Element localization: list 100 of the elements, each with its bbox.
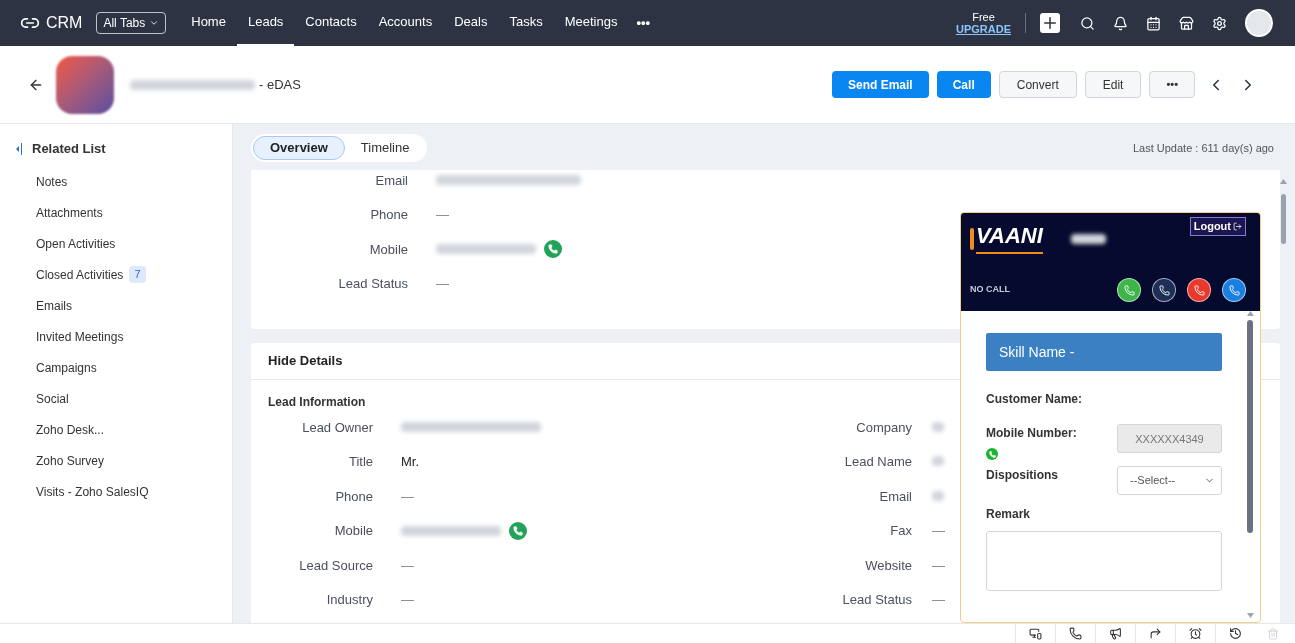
field-label: Fax [889, 522, 912, 540]
redacted-text [1070, 234, 1106, 244]
field-value: — [932, 592, 945, 607]
record-avatar [56, 55, 114, 114]
settings-icon[interactable] [1212, 15, 1227, 31]
nav-tab[interactable]: Contacts [294, 0, 368, 46]
call-control-icon[interactable] [1152, 278, 1176, 302]
sidebar-item[interactable]: Notes [36, 172, 68, 191]
more-button[interactable]: ••• [1149, 71, 1195, 98]
call-control-icon[interactable] [1117, 278, 1141, 302]
field-value: — [932, 523, 945, 538]
redacted-text [932, 421, 944, 432]
sidebar-item[interactable]: Zoho Desk... [36, 420, 105, 439]
action-button[interactable]: Call [936, 71, 991, 98]
sidebar-item[interactable]: Visits - Zoho SalesIQ [36, 482, 149, 501]
search-icon[interactable] [1080, 15, 1095, 31]
field-value: — [436, 207, 449, 222]
phone-icon[interactable] [544, 240, 562, 259]
nav-tab[interactable]: Deals [443, 0, 499, 46]
toolbar-icon[interactable] [1069, 627, 1082, 640]
field-label: Lead Name [843, 453, 912, 471]
field-label: Mobile [333, 522, 373, 540]
section-title: Lead Information [267, 394, 366, 411]
toolbar-icon[interactable] [1229, 627, 1242, 640]
view-tab[interactable]: Timeline [344, 136, 426, 160]
view-tab[interactable]: Overview [253, 136, 345, 160]
field-label: Lead Status [841, 591, 912, 609]
sidebar-title: Related List [32, 140, 106, 159]
caret-icon [149, 18, 160, 28]
field-label: Email [374, 171, 408, 190]
redacted-text [932, 456, 944, 466]
field-value: — [932, 557, 945, 573]
dispositions-label: Dispositions [986, 467, 1058, 484]
toolbar-icon[interactable] [1189, 627, 1202, 640]
upgrade-link[interactable]: UPGRADE [956, 23, 1011, 35]
avatar[interactable] [1245, 9, 1273, 37]
field-label: Phone [369, 206, 408, 224]
record-suffix: - eDAS [259, 75, 301, 94]
all-tabs-button[interactable]: All Tabs [96, 12, 167, 34]
calendar-icon[interactable] [1146, 15, 1161, 31]
call-status: NO CALL [970, 283, 1010, 297]
field-value: — [401, 557, 414, 573]
nav-tab[interactable]: Accounts [367, 0, 444, 46]
field-value: — [401, 592, 414, 607]
toolbar-icon[interactable] [1149, 627, 1162, 640]
nav-tab[interactable]: Home [180, 0, 237, 46]
count-badge: 7 [129, 266, 146, 283]
brand-name: CRM [46, 13, 83, 33]
redacted-text [932, 490, 944, 501]
field-label: Website [864, 556, 912, 575]
sidebar-item[interactable]: Campaigns [36, 358, 97, 377]
field-label: Email [878, 487, 912, 506]
collapse-icon[interactable] [16, 143, 22, 155]
field-value: — [401, 488, 414, 504]
field-label: Industry [325, 591, 373, 609]
field-label: Lead Status [337, 275, 408, 293]
logout-button[interactable]: Logout [1189, 217, 1246, 236]
plan-label: Free [972, 11, 995, 23]
vaani-logo: VAANI [976, 219, 1043, 254]
sidebar-item[interactable]: Closed Activities [36, 265, 124, 284]
hide-details-link[interactable]: Hide Details [268, 351, 343, 371]
call-control-icon[interactable] [1187, 278, 1211, 302]
field-label: Lead Owner [301, 418, 373, 437]
sidebar-item[interactable]: Open Activities [36, 234, 116, 253]
action-button[interactable]: Send Email [832, 71, 929, 98]
sidebar-item[interactable]: Emails [36, 296, 72, 315]
logout-icon [1233, 221, 1242, 231]
more-button[interactable]: ••• [628, 0, 659, 46]
action-button[interactable]: Edit [1084, 71, 1142, 98]
nav-tab[interactable]: Leads [236, 0, 295, 46]
toolbar-icon[interactable] [1029, 627, 1042, 640]
call-control-icon[interactable] [1222, 278, 1246, 302]
last-update-text: Last Update : 611 day(s) ago [1132, 140, 1274, 156]
field-label: Company [855, 418, 912, 437]
customer-name-label: Customer Name: [986, 391, 1083, 408]
field-label: Title [347, 453, 373, 471]
sidebar-item[interactable]: Attachments [36, 203, 103, 222]
toolbar-icon[interactable] [1109, 627, 1122, 640]
field-value: — [436, 276, 449, 291]
remark-label: Remark [986, 506, 1031, 523]
field-label: Lead Source [298, 556, 373, 575]
sidebar-item[interactable]: Zoho Survey [36, 451, 105, 470]
remark-field[interactable] [986, 531, 1222, 591]
whatsapp-icon[interactable] [986, 448, 998, 460]
nav-tab[interactable]: Tasks [498, 0, 554, 46]
nav-tab[interactable]: Meetings [553, 0, 629, 46]
phone-icon[interactable] [509, 521, 527, 540]
store-icon[interactable] [1179, 15, 1194, 31]
field-label: Mobile [368, 240, 408, 259]
action-button[interactable]: Convert [998, 71, 1077, 98]
mobile-number-label: Mobile Number: [986, 425, 1077, 442]
add-icon[interactable] [1040, 13, 1060, 33]
bell-icon[interactable] [1113, 15, 1128, 31]
mobile-number-field[interactable]: XXXXXX4349 [1117, 424, 1222, 453]
field-label: Phone [334, 487, 373, 506]
skill-name-banner: Skill Name - [986, 333, 1222, 371]
sidebar-item[interactable]: Social [36, 389, 69, 408]
dispositions-select[interactable]: --Select-- [1117, 466, 1222, 495]
field-value: Mr. [401, 454, 420, 469]
sidebar-item[interactable]: Invited Meetings [36, 327, 124, 346]
